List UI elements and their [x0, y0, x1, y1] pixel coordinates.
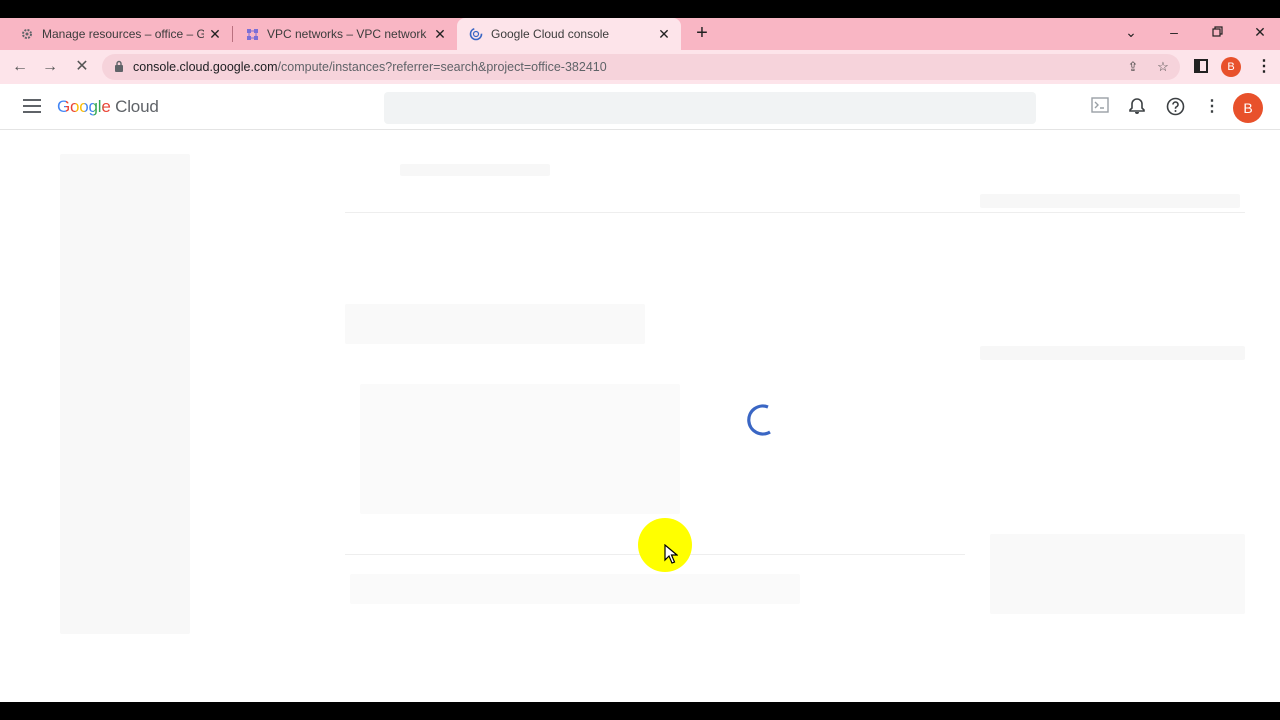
browser-tab-strip: Manage resources – office – Goo ✕ VPC ne…	[0, 18, 1280, 50]
tab-google-cloud-console[interactable]: Google Cloud console ✕	[457, 18, 681, 50]
stop-loading-icon[interactable]: ✕	[72, 57, 92, 77]
tab-title: Google Cloud console	[491, 27, 610, 41]
bookmark-star-icon[interactable]: ☆	[1155, 59, 1171, 75]
tab-title: VPC networks – VPC network – o	[267, 27, 429, 41]
search-bar[interactable]	[384, 92, 1036, 124]
close-tab-icon[interactable]: ✕	[657, 27, 671, 41]
close-tab-icon[interactable]: ✕	[433, 27, 447, 41]
loading-placeholder	[990, 534, 1245, 614]
tab-title: Manage resources – office – Goo	[42, 27, 204, 41]
tab-vpc-networks[interactable]: VPC networks – VPC network – o ✕	[233, 18, 457, 50]
back-arrow-icon[interactable]: ←	[10, 57, 30, 77]
loading-sidebar-placeholder	[60, 154, 190, 634]
loading-placeholder	[400, 164, 550, 176]
more-options-icon[interactable]: ⋮	[1202, 97, 1222, 117]
google-cloud-logo[interactable]: Google Cloud	[57, 97, 159, 117]
restore-icon[interactable]	[1205, 22, 1229, 42]
vpc-network-icon	[245, 27, 259, 41]
loading-placeholder	[980, 346, 1245, 360]
loading-spinner-icon	[747, 404, 771, 436]
share-icon[interactable]: ⇪	[1125, 59, 1141, 75]
loading-divider	[345, 212, 1245, 213]
browser-toolbar: ← → ✕ console.cloud.google.com/compute/i…	[0, 50, 1280, 84]
cloud-shell-icon[interactable]	[1090, 97, 1110, 117]
url-path: /compute/instances?referrer=search&proje…	[277, 60, 607, 74]
hamburger-menu-icon[interactable]	[23, 99, 41, 113]
tab-search-icon[interactable]: ⌄	[1119, 22, 1143, 42]
new-tab-icon[interactable]: +	[692, 23, 712, 43]
address-bar[interactable]: console.cloud.google.com/compute/instanc…	[102, 54, 1180, 80]
account-avatar[interactable]: B	[1233, 93, 1263, 123]
forward-arrow-icon[interactable]: →	[40, 57, 60, 77]
tab-manage-resources[interactable]: Manage resources – office – Goo ✕	[0, 18, 232, 50]
window-close-icon[interactable]: ✕	[1248, 22, 1272, 42]
loading-placeholder	[980, 194, 1240, 208]
lock-icon	[115, 60, 123, 72]
screen-top-border	[0, 0, 1280, 18]
logo-cloud: Cloud	[115, 97, 159, 116]
browser-menu-icon[interactable]: ⋮	[1256, 57, 1272, 77]
url-text: console.cloud.google.com/compute/instanc…	[133, 60, 607, 74]
help-icon[interactable]	[1165, 97, 1185, 117]
url-host: console.cloud.google.com	[133, 60, 278, 74]
loading-placeholder	[360, 384, 680, 514]
close-tab-icon[interactable]: ✕	[208, 27, 222, 41]
mouse-cursor-icon	[664, 544, 678, 564]
notifications-bell-icon[interactable]	[1127, 97, 1147, 117]
gear-icon	[20, 27, 34, 41]
page-content: Google Cloud ⋮ B	[0, 84, 1280, 702]
loading-placeholder	[350, 574, 800, 604]
loading-icon	[469, 27, 483, 41]
loading-placeholder	[345, 304, 645, 344]
console-header: Google Cloud ⋮ B	[0, 84, 1280, 130]
minimize-icon[interactable]: –	[1162, 22, 1186, 42]
logo-google: Google	[57, 97, 111, 116]
screen-bottom-border	[0, 702, 1280, 720]
side-panel-icon[interactable]	[1194, 59, 1208, 73]
browser-profile-avatar[interactable]: B	[1221, 57, 1241, 77]
